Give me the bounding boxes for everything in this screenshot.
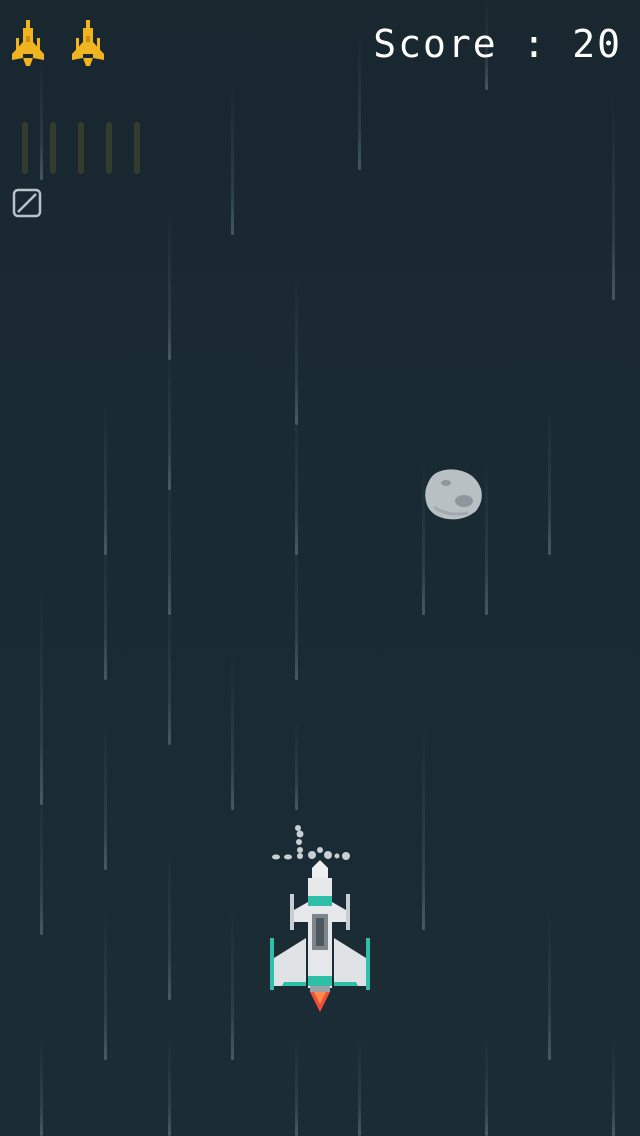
ammo-bar: [106, 122, 112, 174]
ammo-indicator: [22, 122, 140, 174]
background-streak: [548, 905, 551, 1060]
score-label: Score : 20: [373, 22, 622, 66]
background-streak: [358, 30, 361, 170]
background-streak: [231, 905, 234, 1060]
background-streak: [612, 90, 615, 300]
background-streak: [358, 1035, 361, 1136]
background-streak: [104, 905, 107, 1060]
background-streak: [485, 1035, 488, 1136]
background-streak: [168, 1035, 171, 1136]
ship-life-icon: [12, 20, 44, 66]
background-streak: [40, 1035, 43, 1136]
game-canvas[interactable]: Score : 20: [0, 0, 640, 1136]
background-streak: [168, 845, 171, 1000]
background-streak: [295, 525, 298, 680]
background-streak: [231, 80, 234, 235]
lives-indicator: [10, 18, 106, 68]
background-streak: [168, 210, 171, 360]
player-ship[interactable]: [268, 858, 372, 1014]
background-streak: [548, 400, 551, 555]
asteroid: [425, 469, 482, 520]
background-streak: [168, 590, 171, 745]
ammo-bar: [50, 122, 56, 174]
ship-life-icon: [72, 20, 104, 66]
ammo-bar: [78, 122, 84, 174]
background-streak: [231, 655, 234, 810]
background-streak: [40, 780, 43, 935]
background-streak: [104, 715, 107, 870]
background-streak: [295, 1035, 298, 1136]
background-streak: [40, 590, 43, 805]
background-streak: [104, 525, 107, 680]
ammo-bar: [134, 122, 140, 174]
background-streak: [422, 715, 425, 930]
background-streak: [295, 720, 298, 810]
background-streak: [612, 1035, 615, 1136]
shield-disabled-icon[interactable]: [12, 188, 42, 218]
ammo-bar: [22, 122, 28, 174]
background-streak: [485, 460, 488, 615]
